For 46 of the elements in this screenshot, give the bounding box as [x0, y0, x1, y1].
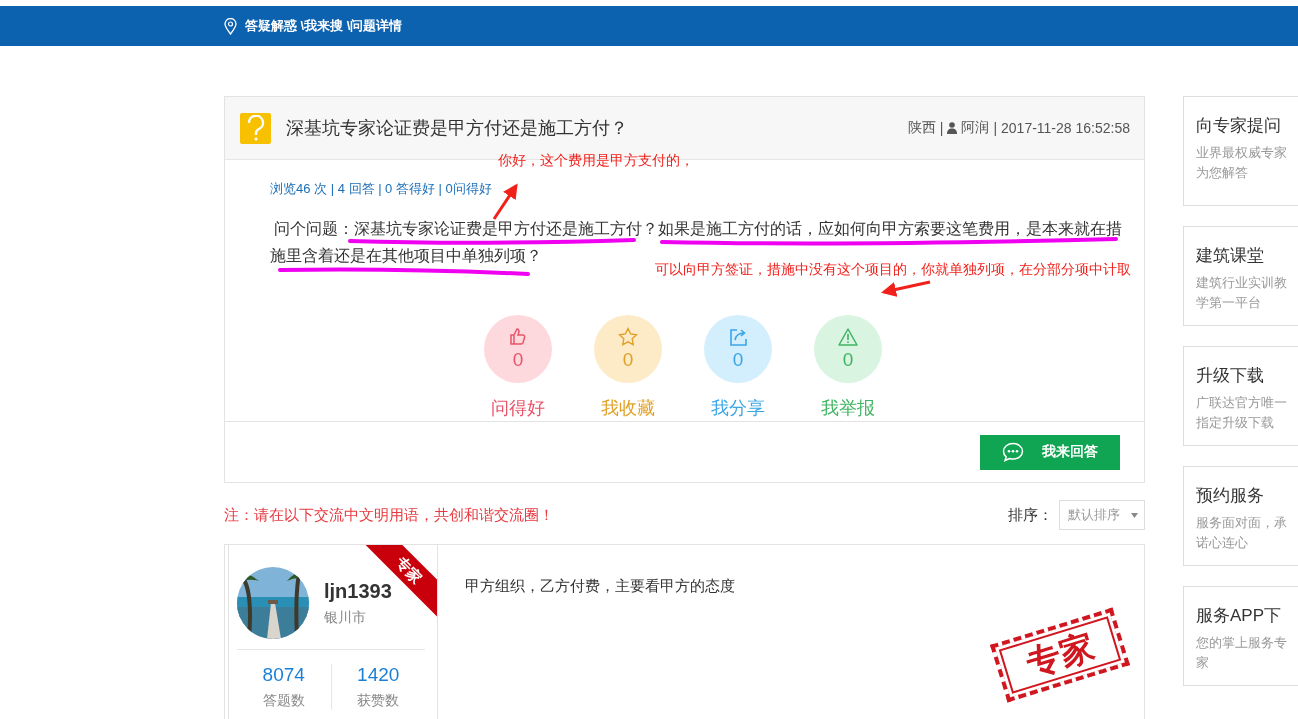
user-city: 银川市	[324, 608, 367, 627]
chat-bubble-icon	[1002, 442, 1024, 462]
region-label: 陕西	[907, 119, 936, 137]
annotation-text: 可以向甲方签证，措施中没有这个项目的，你就单独列项，在分部分项中计取	[655, 261, 1131, 279]
user-icon	[947, 122, 958, 134]
thumbs-up-icon	[508, 327, 528, 347]
separator: |	[993, 120, 998, 136]
question-title: 深基坑专家论证费是甲方付还是施工方付？	[286, 117, 629, 140]
sort-dropdown[interactable]: 默认排序	[1059, 500, 1145, 530]
service-card[interactable]: 向专家提问 业界最权威专家为您解答	[1183, 96, 1298, 206]
like-button[interactable]: 0	[484, 315, 552, 383]
stat-value: 8074	[262, 664, 305, 686]
service-card[interactable]: 服务APP下 您的掌上服务专家	[1183, 586, 1298, 686]
question-stats: 浏览46 次 | 4 回答 | 0 答得好 | 0问得好	[270, 180, 493, 198]
stat-label: 获赞数	[357, 692, 400, 710]
user-name[interactable]: ljn1393	[324, 579, 392, 603]
post-time: 2017-11-28 16:52:58	[1001, 120, 1130, 136]
action-label[interactable]: 问得好	[491, 396, 545, 420]
action-label[interactable]: 我举报	[821, 396, 875, 420]
action-label[interactable]: 我收藏	[601, 396, 655, 420]
service-card[interactable]: 预约服务 服务面对面，承诺心连心	[1183, 466, 1298, 566]
share-button[interactable]: 0	[704, 315, 772, 383]
arrow	[492, 183, 518, 220]
breadcrumb[interactable]: 答疑解惑 \我来搜 \问题详情	[245, 17, 403, 35]
stat-label: 答题数	[262, 692, 305, 710]
location-icon	[224, 17, 237, 35]
dropdown-arrow-icon	[1131, 512, 1138, 518]
stat-value: 1420	[357, 664, 400, 686]
arrow	[881, 280, 931, 297]
question-mark-icon	[240, 112, 271, 144]
report-button[interactable]: 0	[814, 315, 882, 383]
expert-stamp: 专家	[990, 607, 1130, 703]
separator: |	[939, 120, 944, 136]
action-label[interactable]: 我分享	[711, 396, 765, 420]
share-icon	[728, 327, 748, 347]
notice-text: 注：请在以下交流中文明用语，共创和谐交流圈！	[224, 505, 554, 525]
collect-button[interactable]: 0	[594, 315, 662, 383]
answer-text: 甲方组织，乙方付费，主要看甲方的态度	[465, 577, 735, 594]
author-name[interactable]: 阿润	[961, 119, 990, 137]
question-text: 问个问题：深基坑专家论证费是甲方付还是施工方付？如果是施工方付的话，应如何向甲方索要这笔费用，是本来就在措	[273, 220, 1124, 238]
question-text: 施里含着还是在其他项目中单独列项？	[270, 247, 543, 265]
answer-button[interactable]: 我来回答	[980, 434, 1120, 470]
annotation-text: 你好，这个费用是甲方支付的，	[498, 152, 694, 170]
star-icon	[618, 327, 638, 347]
sort-label: 排序：	[1008, 505, 1053, 525]
warning-icon	[838, 327, 858, 347]
